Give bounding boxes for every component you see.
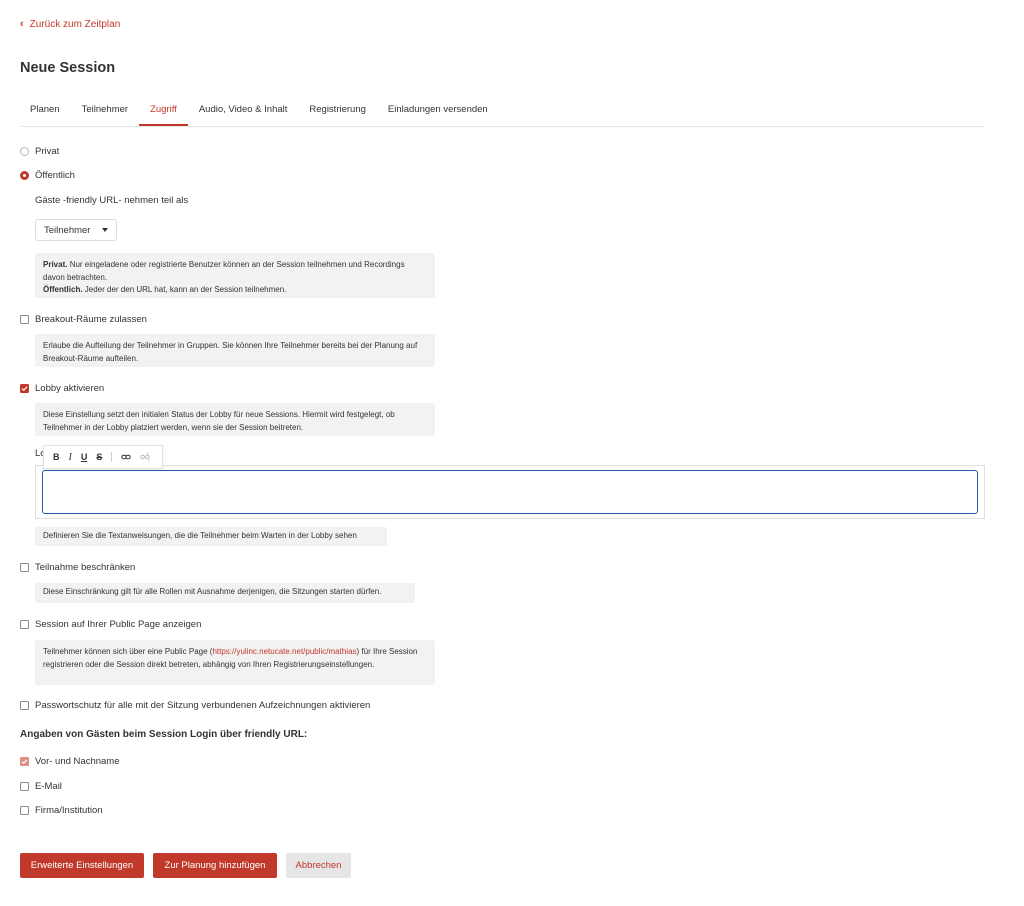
guest-field-email-label: E-Mail — [35, 781, 62, 792]
guest-field-email-checkbox[interactable] — [20, 782, 29, 791]
restrict-label: Teilnahme beschränken — [35, 562, 136, 573]
chevron-left-icon: ‹ — [20, 18, 24, 30]
checkmark-icon — [21, 759, 28, 765]
advanced-settings-button[interactable]: Erweiterte Einstellungen — [20, 853, 144, 878]
strikethrough-button[interactable]: S — [96, 452, 102, 462]
guest-field-company-label: Firma/Institution — [35, 805, 103, 816]
guest-role-value: Teilnehmer — [44, 224, 91, 236]
info-private-bold: Privat. — [43, 260, 68, 269]
breakout-label: Breakout-Räume zulassen — [35, 314, 147, 325]
caret-down-icon — [102, 228, 108, 232]
restrict-checkbox[interactable] — [20, 563, 29, 572]
restrict-row[interactable]: Teilnahme beschränken — [20, 562, 135, 573]
guest-field-company-checkbox[interactable] — [20, 806, 29, 815]
guest-fields-title: Angaben von Gästen beim Session Login üb… — [20, 729, 308, 740]
toolbar-divider — [111, 452, 113, 462]
tab-audio-video-inhalt[interactable]: Audio, Video & Inhalt — [188, 96, 299, 125]
public-page-info-before: Teilnehmer können sich über eine Public … — [43, 647, 213, 656]
guest-role-label: Gäste -friendly URL- nehmen teil als — [35, 195, 189, 206]
back-link[interactable]: ‹ Zurück zum Zeitplan — [20, 18, 120, 30]
public-page-info-box: Teilnehmer können sich über eine Public … — [35, 640, 435, 685]
lobby-row[interactable]: Lobby aktivieren — [20, 383, 104, 394]
link-icon[interactable] — [121, 452, 132, 462]
radio-oeffentlich-label: Öffentlich — [35, 170, 75, 181]
guest-field-name-label: Vor- und Nachname — [35, 756, 120, 767]
password-row[interactable]: Passwortschutz für alle mit der Sitzung … — [20, 700, 370, 711]
breakout-row[interactable]: Breakout-Räume zulassen — [20, 314, 147, 325]
tab-bar: Planen Teilnehmer Zugriff Audio, Video &… — [20, 96, 984, 127]
add-to-plan-button[interactable]: Zur Planung hinzufügen — [153, 853, 277, 878]
editor-toolbar: B I U S — [43, 445, 163, 469]
lobby-info-box: Diese Einstellung setzt den initialen St… — [35, 403, 435, 436]
restrict-info-box: Diese Einschränkung gilt für alle Rollen… — [35, 583, 415, 603]
guest-field-name-row: Vor- und Nachname — [20, 756, 120, 767]
tab-einladungen-versenden[interactable]: Einladungen versenden — [377, 96, 499, 125]
tab-teilnehmer[interactable]: Teilnehmer — [71, 96, 139, 125]
lobby-editor-hint: Definieren Sie die Textanweisungen, die … — [35, 527, 387, 546]
radio-privat-label: Privat — [35, 146, 60, 157]
guest-field-email-row[interactable]: E-Mail — [20, 781, 62, 792]
lobby-checkbox[interactable] — [20, 384, 29, 393]
public-page-link[interactable]: https://yulinc.netucate.net/public/mathi… — [212, 647, 356, 656]
radio-privat[interactable] — [20, 147, 29, 156]
breakout-info-box: Erlaube die Aufteilung der Teilnehmer in… — [35, 334, 435, 367]
lobby-label: Lobby aktivieren — [35, 383, 105, 394]
info-public-bold: Öffentlich. — [43, 285, 83, 294]
public-page-row[interactable]: Session auf Ihrer Public Page anzeigen — [20, 619, 201, 630]
page-title: Neue Session — [20, 60, 116, 76]
breakout-checkbox[interactable] — [20, 315, 29, 324]
back-link-label: Zurück zum Zeitplan — [29, 18, 121, 30]
password-checkbox[interactable] — [20, 701, 29, 710]
guest-field-name-checkbox — [20, 757, 29, 766]
tab-registrierung[interactable]: Registrierung — [298, 96, 377, 125]
italic-button[interactable]: I — [69, 452, 72, 463]
info-private-text: Nur eingeladene oder registrierte Benutz… — [43, 260, 405, 282]
public-page-label: Session auf Ihrer Public Page anzeigen — [35, 619, 202, 630]
checkmark-icon — [21, 386, 28, 392]
public-page-checkbox[interactable] — [20, 620, 29, 629]
radio-oeffentlich-row[interactable]: Öffentlich — [20, 170, 75, 181]
tab-zugriff[interactable]: Zugriff — [139, 96, 188, 126]
radio-oeffentlich[interactable] — [20, 171, 29, 180]
radio-privat-row[interactable]: Privat — [20, 146, 59, 157]
lobby-text-editor[interactable] — [42, 470, 978, 514]
guest-field-company-row[interactable]: Firma/Institution — [20, 805, 103, 816]
info-public-text: Jeder der den URL hat, kann an der Sessi… — [82, 285, 287, 294]
bold-button[interactable]: B — [53, 452, 60, 462]
tab-planen[interactable]: Planen — [20, 96, 71, 125]
unlink-icon[interactable] — [140, 452, 151, 462]
cancel-button[interactable]: Abbrechen — [286, 853, 351, 878]
guest-role-select[interactable]: Teilnehmer — [35, 219, 117, 241]
access-info-box: Privat. Nur eingeladene oder registriert… — [35, 253, 435, 298]
password-label: Passwortschutz für alle mit der Sitzung … — [35, 700, 371, 711]
underline-button[interactable]: U — [81, 452, 88, 462]
